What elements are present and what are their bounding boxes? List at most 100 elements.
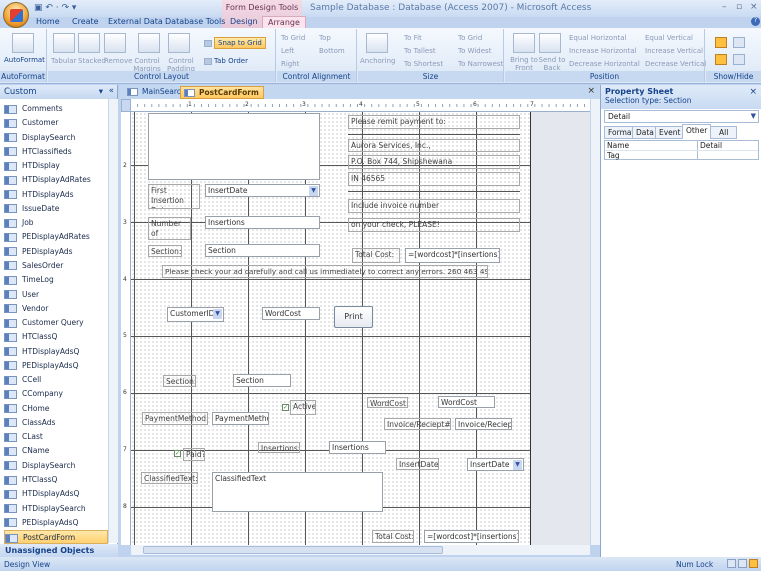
- form-header-toggle-icon[interactable]: [733, 54, 745, 65]
- paid-checkbox[interactable]: ✓: [174, 450, 181, 457]
- on-check-label[interactable]: on your check, PLEASE!: [348, 218, 520, 232]
- payment-method-textbox[interactable]: PaymentMetho: [212, 412, 269, 425]
- nav-item[interactable]: HTClassQ: [4, 473, 108, 487]
- grid-toggle-icon[interactable]: [715, 37, 727, 48]
- form-design-canvas[interactable]: Please remit payment to: Aurora Services…: [131, 112, 590, 545]
- nav-item[interactable]: ClassAds: [4, 416, 108, 430]
- align-left-button[interactable]: Left: [281, 47, 294, 55]
- remove-button[interactable]: Remove: [104, 57, 132, 65]
- section-textbox[interactable]: Section: [205, 244, 320, 257]
- chevron-down-icon[interactable]: ▼: [751, 112, 756, 120]
- form-selector[interactable]: [121, 99, 131, 112]
- ruler-toggle-icon[interactable]: [733, 37, 745, 48]
- classified-label[interactable]: ClassifiedText:: [141, 472, 198, 484]
- tab-design[interactable]: Design: [230, 17, 258, 26]
- form-view-icon[interactable]: [727, 559, 736, 568]
- prop-tab-other[interactable]: Other: [682, 124, 712, 139]
- property-row[interactable]: Tag: [605, 150, 758, 160]
- chevron-down-icon[interactable]: ▼: [213, 309, 222, 319]
- total-cost-textbox[interactable]: =[wordcost]*[insertions]: [405, 248, 500, 263]
- align-to-grid-button[interactable]: To Grid: [281, 34, 305, 42]
- align-top-button[interactable]: Top: [319, 34, 331, 42]
- scroll-thumb[interactable]: [143, 546, 443, 554]
- nav-item[interactable]: IssueDate: [4, 202, 108, 216]
- nav-item[interactable]: Customer: [4, 116, 108, 130]
- insertdate-label[interactable]: InsertDate:: [396, 458, 439, 470]
- nav-item[interactable]: TimeLog: [4, 273, 108, 287]
- nav-item[interactable]: HTClassifieds: [4, 145, 108, 159]
- send-to-back-button[interactable]: Send to Back: [538, 56, 566, 72]
- close-button[interactable]: ×: [750, 2, 758, 12]
- collapse-icon[interactable]: «: [109, 86, 114, 96]
- equal-vertical-button[interactable]: Equal Vertical: [645, 34, 693, 42]
- nav-item[interactable]: CCell: [4, 373, 108, 387]
- nav-item[interactable]: PostCardForm: [4, 530, 108, 545]
- nav-item[interactable]: CCompany: [4, 387, 108, 401]
- wordcost-label[interactable]: WordCost:: [367, 397, 408, 408]
- chevron-down-icon[interactable]: ▼: [513, 460, 522, 470]
- size-to-grid-button[interactable]: To Grid: [458, 34, 482, 42]
- nav-item[interactable]: Comments: [4, 102, 108, 116]
- invoice-label[interactable]: Invoice/Reciept#:: [384, 418, 451, 430]
- property-value[interactable]: [697, 151, 700, 160]
- decrease-horizontal-button[interactable]: Decrease Horizontal: [569, 60, 640, 68]
- header-footer-toggle-icon[interactable]: [715, 54, 727, 65]
- form-horizontal-scrollbar[interactable]: [131, 545, 590, 555]
- nav-item[interactable]: HTDisplaySearch: [4, 502, 108, 516]
- total-cost2-label[interactable]: Total Cost:: [372, 530, 414, 543]
- nav-item[interactable]: HTDisplay: [4, 159, 108, 173]
- nav-header[interactable]: Custom ▾ «: [0, 85, 117, 99]
- wordcost-textbox[interactable]: WordCost: [262, 307, 320, 320]
- insertdate2-combo[interactable]: InsertDate ▼: [467, 458, 524, 471]
- nav-item[interactable]: HTDisplayAdRates: [4, 173, 108, 187]
- nav-item[interactable]: HTClassQ: [4, 330, 108, 344]
- prop-tab-event[interactable]: Event: [655, 126, 685, 139]
- paid-label[interactable]: Paid?: [183, 448, 205, 461]
- tab-home[interactable]: Home: [36, 17, 60, 26]
- chevron-down-icon[interactable]: ▼: [309, 186, 318, 196]
- invoice-textbox[interactable]: Invoice/Reciep: [455, 418, 512, 430]
- nav-item[interactable]: CName: [4, 444, 108, 458]
- section2-textbox[interactable]: Section: [233, 374, 291, 387]
- help-icon[interactable]: ?: [751, 17, 760, 26]
- to-tallest-button[interactable]: To Tallest: [404, 47, 436, 55]
- payment-method-label[interactable]: PaymentMethod:: [142, 412, 208, 425]
- insertions2-textbox[interactable]: Insertions: [329, 441, 386, 454]
- property-row[interactable]: Name Detail: [605, 141, 758, 150]
- nav-item[interactable]: PEDisplayAds: [4, 245, 108, 259]
- nav-item[interactable]: HTDisplayAds: [4, 188, 108, 202]
- tab-order-button[interactable]: Tab Order: [204, 57, 248, 65]
- include-invoice-label[interactable]: Include invoice number: [348, 199, 520, 213]
- tab-create[interactable]: Create: [72, 17, 99, 26]
- nav-item[interactable]: Vendor: [4, 302, 108, 316]
- align-right-button[interactable]: Right: [281, 60, 299, 68]
- nav-item[interactable]: HTDisplayAdsQ: [4, 487, 108, 501]
- insertions-textbox[interactable]: Insertions: [205, 216, 320, 229]
- divider-line[interactable]: [348, 191, 520, 192]
- close-document-icon[interactable]: ×: [587, 86, 595, 96]
- design-view-icon[interactable]: [749, 559, 758, 568]
- total-cost2-textbox[interactable]: =[wordcost]*[insertions]: [424, 530, 519, 543]
- to-shortest-button[interactable]: To Shortest: [404, 60, 443, 68]
- form-vertical-scrollbar[interactable]: [590, 99, 600, 545]
- to-fit-button[interactable]: To Fit: [404, 34, 422, 42]
- print-button[interactable]: Print: [334, 306, 373, 328]
- restore-button[interactable]: ▫: [736, 2, 742, 12]
- increase-horizontal-button[interactable]: Increase Horizontal: [569, 47, 637, 55]
- snap-to-grid-button[interactable]: Snap to Grid: [204, 37, 266, 49]
- section-label[interactable]: Section:: [148, 245, 182, 257]
- insertions-label[interactable]: Insertions:: [258, 442, 300, 453]
- property-value[interactable]: Detail: [697, 141, 722, 150]
- quick-access-toolbar[interactable]: ▣ ↶ · ↷ ▾: [34, 3, 76, 13]
- active-label[interactable]: Active: [290, 400, 316, 415]
- nav-item[interactable]: PEDisplayAdsQ: [4, 359, 108, 373]
- equal-horizontal-button[interactable]: Equal Horizontal: [569, 34, 627, 42]
- layout-view-icon[interactable]: [738, 559, 747, 568]
- notice-label[interactable]: Please check your ad carefully and call …: [162, 265, 488, 278]
- nav-item[interactable]: User: [4, 288, 108, 302]
- nav-item[interactable]: Customer Query: [4, 316, 108, 330]
- tab-external-data[interactable]: External Data: [108, 17, 163, 26]
- minimize-button[interactable]: –: [722, 2, 727, 12]
- chevron-down-icon[interactable]: ▾: [99, 87, 103, 97]
- nav-item[interactable]: PEDisplayAdRates: [4, 230, 108, 244]
